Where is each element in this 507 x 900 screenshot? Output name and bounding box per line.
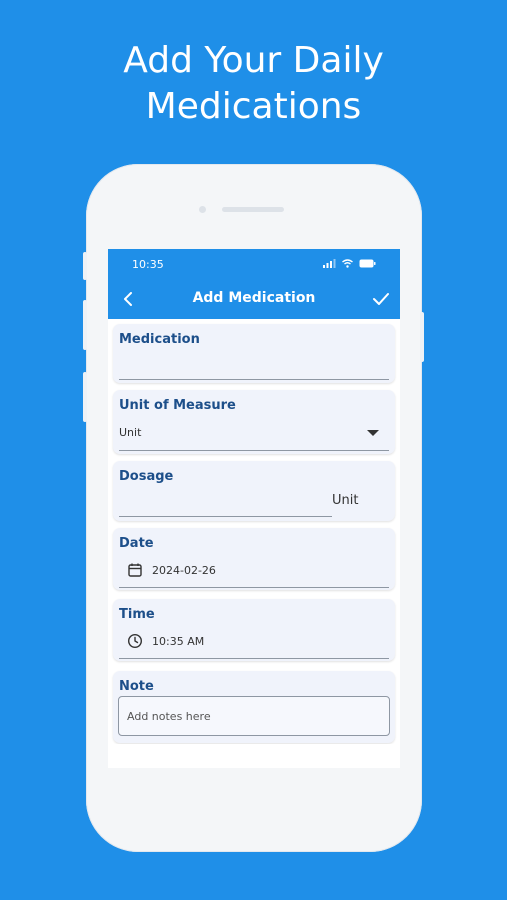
dosage-underline [119,516,332,517]
dosage-input[interactable] [119,495,331,515]
headline: Add Your Daily Medications [0,38,507,130]
front-camera [199,206,206,213]
app-screen: 10:35 Add Medication Medication Unit of … [108,249,400,768]
side-button [83,252,87,280]
unit-of-measure-card: Unit of Measure Unit [113,390,395,454]
status-time: 10:35 [132,258,164,271]
time-value: 10:35 AM [152,635,205,648]
medication-underline [119,379,389,380]
earpiece-speaker [222,207,284,212]
date-label: Date [119,536,154,551]
date-underline [119,587,389,588]
dosage-unit-suffix: Unit [332,493,359,508]
app-bar: 10:35 Add Medication [108,249,400,319]
note-textarea[interactable] [119,697,389,735]
page-title: Add Medication [192,290,316,306]
dosage-label: Dosage [119,469,174,484]
unit-of-measure-label: Unit of Measure [119,398,236,413]
date-picker[interactable]: 2024-02-26 [113,556,395,586]
battery-icon [359,259,376,268]
note-label: Note [119,679,154,694]
volume-up-button [83,300,87,350]
headline-line-1: Add Your Daily [123,40,384,81]
screen-bottom [108,744,400,768]
headline-line-2: Medications [145,86,362,127]
wifi-icon [342,259,353,268]
note-box [118,696,390,736]
caret-down-icon [367,430,379,436]
status-icons [323,259,376,268]
time-card: Time 10:35 AM [113,599,395,661]
medication-input[interactable] [119,358,389,378]
unit-of-measure-select[interactable]: Unit [113,418,395,450]
check-icon [373,293,389,305]
unit-of-measure-underline [119,450,389,451]
dosage-card: Dosage Unit [113,461,395,521]
power-button [420,312,424,362]
unit-of-measure-value: Unit [119,426,142,439]
medication-card: Medication [113,324,395,383]
volume-down-button [83,372,87,422]
medication-label: Medication [119,332,200,347]
signal-icon [323,259,336,268]
date-value: 2024-02-26 [152,564,216,577]
calendar-icon [128,563,142,577]
time-underline [119,658,389,659]
clock-icon [127,633,143,649]
time-label: Time [119,607,155,622]
save-button[interactable] [368,287,394,311]
time-picker[interactable]: 10:35 AM [113,627,395,657]
date-card: Date 2024-02-26 [113,528,395,590]
note-card: Note [113,671,395,743]
